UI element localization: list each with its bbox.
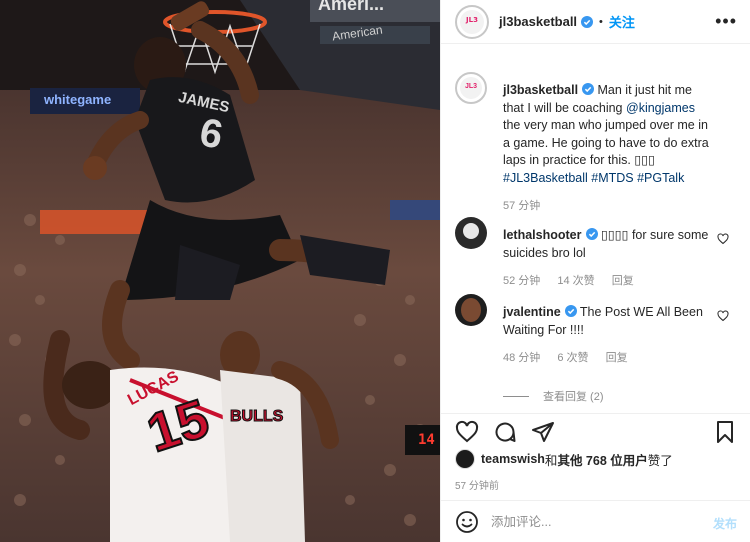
caption: JL3 jl3basketball Man it just hit me tha… (441, 66, 750, 213)
comment-username[interactable]: jvalentine (503, 305, 561, 319)
bookmark-save-icon[interactable] (713, 420, 737, 444)
led-board-text: whitegame (44, 92, 112, 107)
comment-likes[interactable]: 14 次赞 (557, 275, 594, 287)
verified-badge-icon (564, 305, 577, 317)
verified-badge-icon (582, 83, 595, 95)
post-details-panel: JL3 jl3basketball • 关注 ••• JL3 jl3basket… (440, 0, 750, 542)
comment-time[interactable]: 52 分钟 (503, 275, 540, 287)
reply-button[interactable]: 回复 (606, 352, 628, 364)
comment-bubble-icon[interactable] (493, 420, 517, 444)
comment-item: jvalentine The Post WE All Been Waiting … (441, 288, 750, 365)
author-avatar[interactable]: JL3 (455, 4, 489, 39)
mention-link[interactable]: @kingjames (626, 101, 695, 115)
dunk-photo-illustration (0, 0, 440, 542)
likes-summary: teamswish 和 其他 768 位用户 赞了 (455, 449, 673, 469)
avatar-logo: JL3 (466, 15, 478, 24)
verified-badge-icon (581, 15, 594, 28)
emoji-smile-icon[interactable] (455, 510, 479, 534)
header-separator: • (599, 15, 603, 28)
commenter-avatar[interactable] (455, 294, 487, 326)
like-heart-icon[interactable] (455, 420, 479, 444)
liker-avatar[interactable] (455, 449, 475, 469)
comment-text: jvalentine The Post WE All Been Waiting … (503, 305, 703, 337)
caption-username[interactable]: jl3basketball (503, 83, 578, 97)
comment-likes[interactable]: 6 次赞 (557, 352, 588, 364)
like-comment-icon[interactable] (717, 233, 729, 245)
liker-username[interactable]: teamswish (481, 452, 545, 466)
more-options-icon[interactable]: ••• (715, 12, 737, 30)
comment-username[interactable]: lethalshooter (503, 228, 582, 242)
view-replies-button[interactable]: 查看回复 (2) (503, 388, 604, 404)
post-photo[interactable]: Ameri... American whitegame JAMES 6 LUCA… (0, 0, 440, 542)
action-bar (441, 413, 750, 453)
post-time-ago[interactable]: 57 分钟前 (455, 477, 499, 492)
arena-sign: Ameri... (318, 0, 385, 14)
reply-button[interactable]: 回复 (612, 275, 634, 287)
comment-item: lethalshooter ▯▯▯▯ for sure some suicide… (441, 211, 750, 288)
post-header: JL3 jl3basketball • 关注 ••• (441, 0, 750, 44)
caption-emoji: ▯▯▯ (634, 153, 655, 167)
shot-clock: 14 (418, 432, 435, 448)
comments-list: JL3 jl3basketball Man it just hit me tha… (441, 62, 750, 365)
hashtags[interactable]: #JL3Basketball #MTDS #PGTalk (503, 171, 684, 185)
comment-text: lethalshooter ▯▯▯▯ for sure some suicide… (503, 228, 709, 260)
follow-button[interactable]: 关注 (609, 12, 635, 31)
caption-avatar[interactable]: JL3 (455, 72, 487, 104)
comment-time[interactable]: 48 分钟 (503, 352, 540, 364)
share-send-icon[interactable] (531, 420, 555, 444)
comment-meta: 52 分钟 14 次赞 回复 (503, 272, 715, 288)
post-comment-button[interactable]: 发布 (713, 515, 737, 532)
add-comment-bar: 发布 (441, 500, 750, 542)
author-username[interactable]: jl3basketball (499, 14, 577, 29)
comment-meta: 48 分钟 6 次赞 回复 (503, 349, 715, 365)
jersey-team-bottom: BULLS (229, 408, 284, 426)
other-likers-link[interactable]: 其他 768 位用户 (557, 450, 647, 469)
verified-badge-icon (585, 228, 598, 240)
like-comment-icon[interactable] (717, 310, 729, 322)
caption-text: jl3basketball Man it just hit me that I … (503, 83, 709, 185)
commenter-avatar[interactable] (455, 217, 487, 249)
replies-divider (503, 395, 529, 397)
comment-input[interactable] (491, 514, 711, 529)
